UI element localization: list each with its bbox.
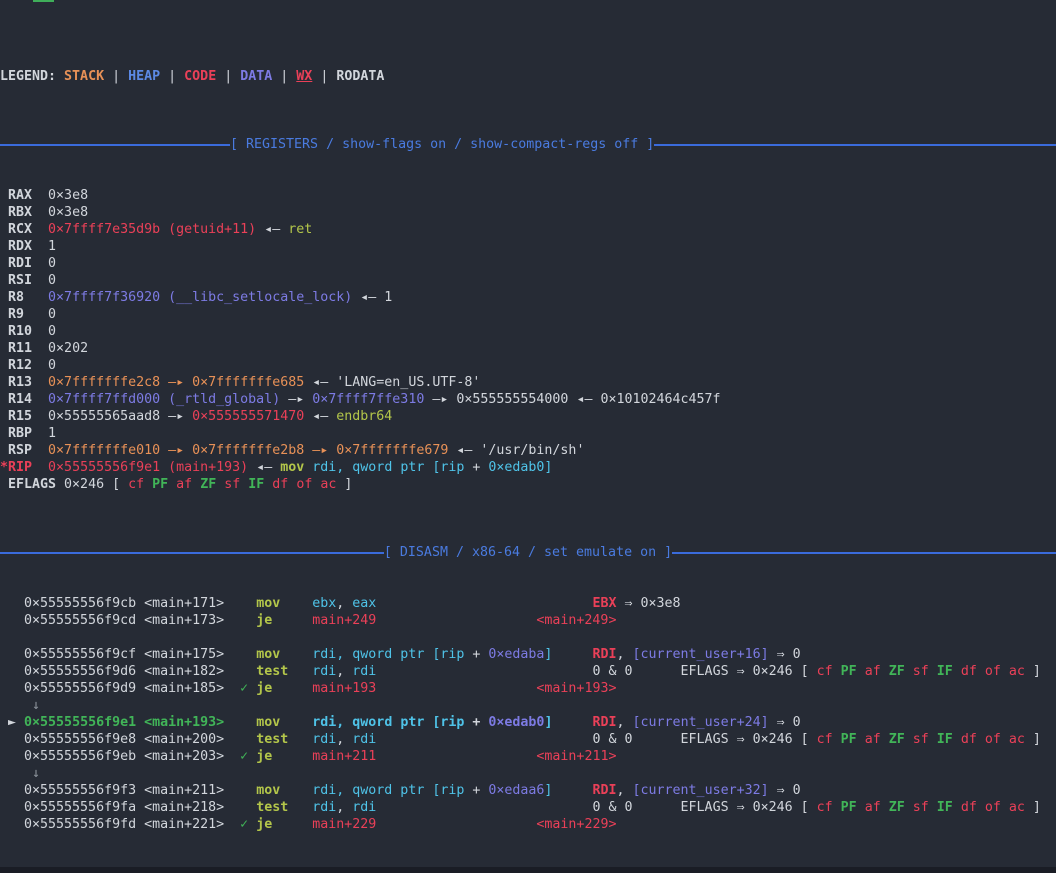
disasm-main175: 0×55555556f9cf <main+175> mov rdi, qword… xyxy=(0,646,1056,663)
disasm-main203: 0×55555556f9eb <main+203> ✓ je main+211 … xyxy=(0,748,1056,765)
clipped-previous-line-fragment xyxy=(33,0,54,2)
reg-rax: RAX 0×3e8 xyxy=(0,187,1056,204)
reg-r14: R14 0×7ffff7ffd000 (_rtld_global) —▸ 0×7… xyxy=(0,391,1056,408)
reg-r15: R15 0×55555565aad8 —▸ 0×555555571470 ◂— … xyxy=(0,408,1056,425)
disasm-header-label: [ DISASM / x86-64 / set emulate on ] xyxy=(384,544,672,561)
registers-header-label: [ REGISTERS / show-flags on / show-compa… xyxy=(230,136,654,153)
separator-rule xyxy=(0,552,384,554)
registers-header: [ REGISTERS / show-flags on / show-compa… xyxy=(0,136,1056,153)
disasm-arrow-down-2: ↓ xyxy=(0,765,1056,782)
reg-rcx: RCX 0×7ffff7e35d9b (getuid+11) ◂— ret xyxy=(0,221,1056,238)
reg-r12: R12 0 xyxy=(0,357,1056,374)
disasm-arrow-down-1: ↓ xyxy=(0,697,1056,714)
reg-r10: R10 0 xyxy=(0,323,1056,340)
separator-rule xyxy=(654,144,1056,146)
disasm-panel: 0×55555556f9cb <main+171> mov ebx, eax E… xyxy=(0,595,1056,833)
registers-panel: RAX 0×3e8 RBX 0×3e8 RCX 0×7ffff7e35d9b (… xyxy=(0,187,1056,493)
disasm-blank xyxy=(0,629,1056,646)
separator-rule xyxy=(672,552,1056,554)
terminal-bottom-padding xyxy=(0,867,1056,873)
legend-line: LEGEND: STACK | HEAP | CODE | DATA | WX … xyxy=(0,68,1056,85)
disasm-main218: 0×55555556f9fa <main+218> test rdi, rdi … xyxy=(0,799,1056,816)
disasm-header: [ DISASM / x86-64 / set emulate on ] xyxy=(0,544,1056,561)
reg-r13: R13 0×7fffffffe2c8 —▸ 0×7fffffffe685 ◂— … xyxy=(0,374,1056,391)
disasm-main185: 0×55555556f9d9 <main+185> ✓ je main+193 … xyxy=(0,680,1056,697)
reg-rip: *RIP 0×55555556f9e1 (main+193) ◂— mov rd… xyxy=(0,459,1056,476)
disasm-main200: 0×55555556f9e8 <main+200> test rdi, rdi … xyxy=(0,731,1056,748)
disasm-main171: 0×55555556f9cb <main+171> mov ebx, eax E… xyxy=(0,595,1056,612)
reg-rsi: RSI 0 xyxy=(0,272,1056,289)
reg-r9: R9 0 xyxy=(0,306,1056,323)
reg-rbp: RBP 1 xyxy=(0,425,1056,442)
reg-r11: R11 0×202 xyxy=(0,340,1056,357)
reg-rbx: RBX 0×3e8 xyxy=(0,204,1056,221)
disasm-main182: 0×55555556f9d6 <main+182> test rdi, rdi … xyxy=(0,663,1056,680)
legend-bar: LEGEND: STACK | HEAP | CODE | DATA | WX … xyxy=(0,68,1056,85)
reg-r8: R8 0×7ffff7f36920 (__libc_setlocale_lock… xyxy=(0,289,1056,306)
disasm-main173: 0×55555556f9cd <main+173> je main+249 <m… xyxy=(0,612,1056,629)
reg-rdi: RDI 0 xyxy=(0,255,1056,272)
pwndbg-terminal: LEGEND: STACK | HEAP | CODE | DATA | WX … xyxy=(0,0,1056,873)
disasm-main211: 0×55555556f9f3 <main+211> mov rdi, qword… xyxy=(0,782,1056,799)
disasm-current-main193: ► 0×55555556f9e1 <main+193> mov rdi, qwo… xyxy=(0,714,1056,731)
separator-rule xyxy=(0,144,230,146)
reg-rsp: RSP 0×7fffffffe010 —▸ 0×7fffffffe2b8 —▸ … xyxy=(0,442,1056,459)
reg-eflags: EFLAGS 0×246 [ cf PF af ZF sf IF df of a… xyxy=(0,476,1056,493)
disasm-main221: 0×55555556f9fd <main+221> ✓ je main+229 … xyxy=(0,816,1056,833)
reg-rdx: RDX 1 xyxy=(0,238,1056,255)
